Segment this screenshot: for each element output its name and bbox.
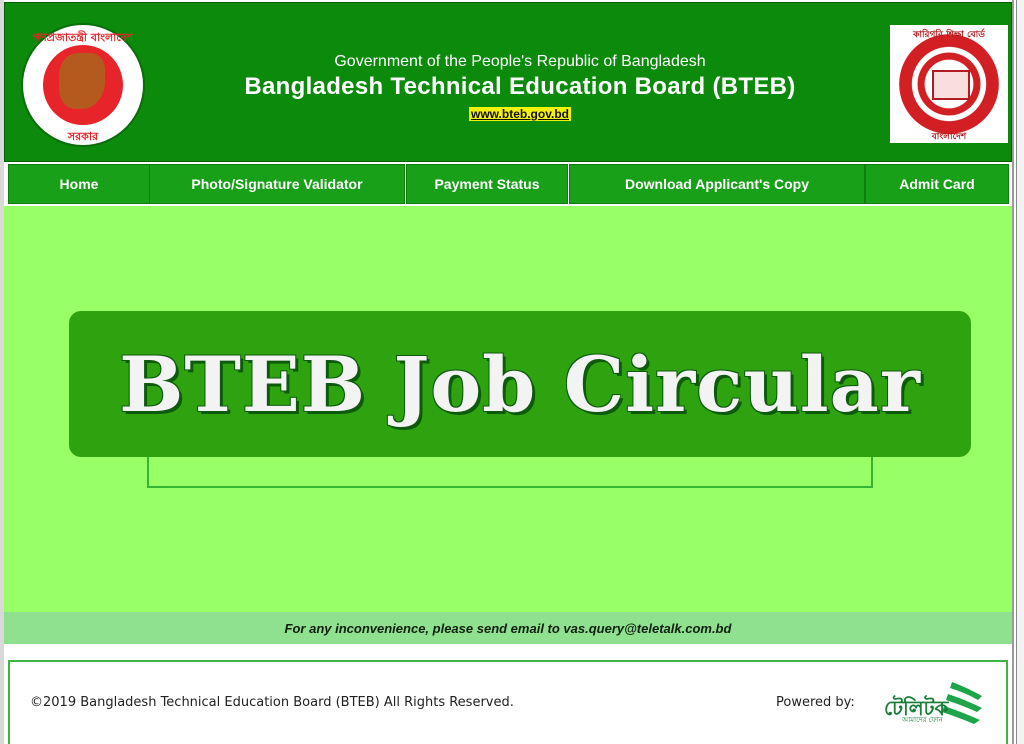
bangladesh-government-emblem: গণপ্রজাতন্ত্রী বাংলাদেশ সরকার [21, 23, 145, 147]
bteb-logo-top-text: কারিগরি শিক্ষা বোর্ড [913, 30, 985, 40]
page-title: Bangladesh Technical Education Board (BT… [244, 73, 796, 100]
bteb-logo: কারিগরি শিক্ষা বোর্ড বাংলাদেশ [890, 25, 1008, 143]
teletalk-logo[interactable]: টেলিটক আমাদের ফোন [882, 676, 986, 728]
building-icon [932, 70, 970, 100]
scrollbar[interactable] [1016, 0, 1024, 744]
nav-download-applicants-copy[interactable]: Download Applicant's Copy [569, 164, 865, 204]
nav-admit-card[interactable]: Admit Card [865, 164, 1009, 204]
bteb-logo-bottom-text: বাংলাদেশ [931, 132, 967, 142]
website-link-wrap: www.bteb.gov.bd [155, 103, 885, 122]
teletalk-logo-subtext: আমাদের ফোন [902, 716, 943, 724]
government-line: Government of the People's Republic of B… [334, 53, 706, 70]
site-header: গণপ্রজাতন্ত্রী বাংলাদেশ সরকার Government… [4, 2, 1012, 162]
banner-text: BTEB Job Circular [119, 339, 921, 429]
emblem-bottom-text: সরকার [67, 130, 99, 143]
main-content: BTEB Job Circular [4, 206, 1012, 612]
nav-home[interactable]: Home [8, 164, 150, 204]
copyright-text: ©2019 Bangladesh Technical Education Boa… [30, 695, 514, 710]
bangladesh-map-icon [59, 53, 105, 109]
main-nav: Home Photo/Signature Validator Payment S… [4, 163, 1012, 206]
website-link[interactable]: www.bteb.gov.bd [469, 107, 571, 121]
emblem-top-text: গণপ্রজাতন্ত্রী বাংলাদেশ [32, 31, 134, 44]
nav-payment-status[interactable]: Payment Status [406, 164, 568, 204]
contact-notice: For any inconvenience, please send email… [4, 612, 1012, 644]
content-outline-box [147, 456, 873, 488]
powered-by-label: Powered by: [776, 695, 855, 710]
nav-photo-signature-validator[interactable]: Photo/Signature Validator [149, 164, 405, 204]
site-footer: ©2019 Bangladesh Technical Education Boa… [8, 660, 1008, 744]
job-circular-banner: BTEB Job Circular [69, 311, 971, 457]
